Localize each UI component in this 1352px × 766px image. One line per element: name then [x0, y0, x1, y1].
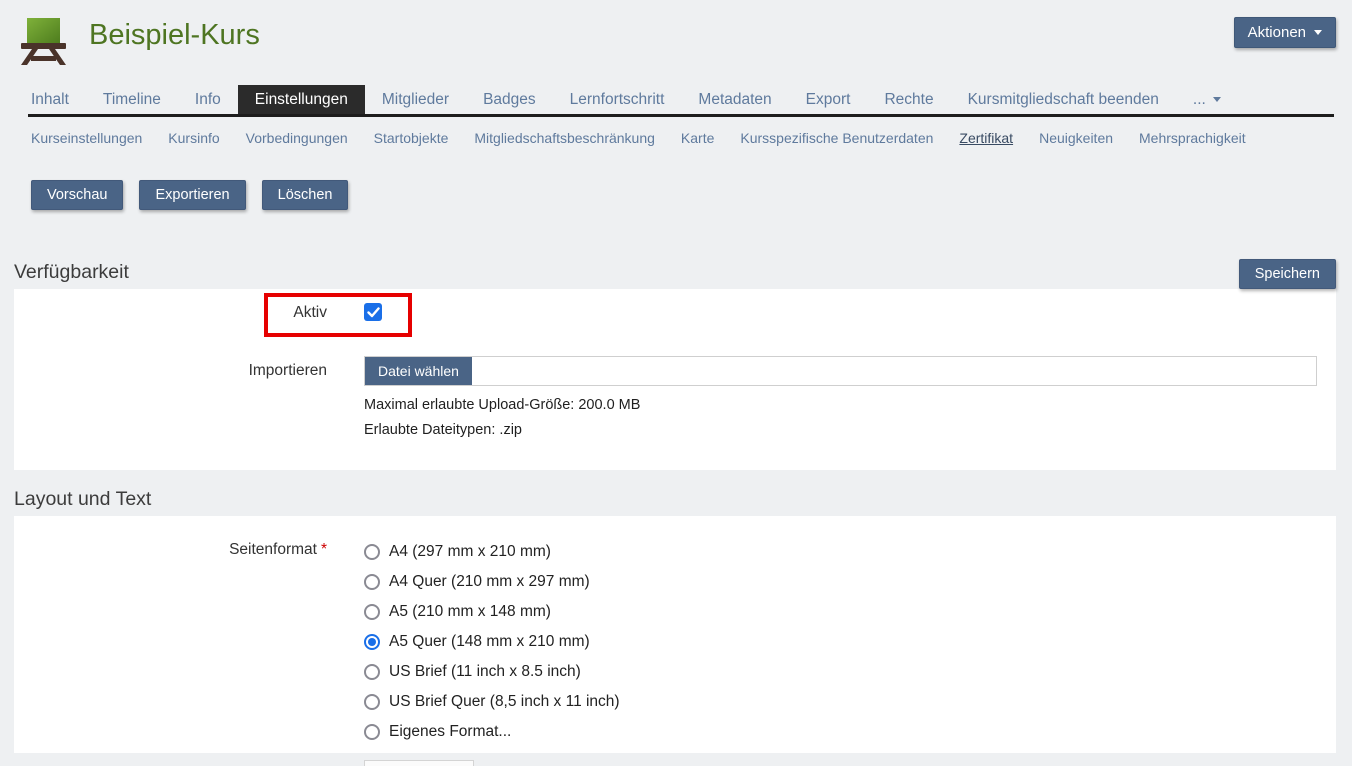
radio-a4-label: A4 (297 mm x 210 mm) [389, 543, 551, 561]
file-upload-input[interactable]: Datei wählen [364, 356, 1317, 386]
tab-einstellungen[interactable]: Einstellungen [238, 85, 365, 114]
radio-us-brief-quer-label: US Brief Quer (8,5 inch x 11 inch) [389, 693, 620, 711]
tab-kursmitgliedschaft-beenden-label: Kursmitgliedschaft beenden [968, 91, 1159, 109]
certificate-toolbar: Vorschau Exportieren Löschen [31, 180, 1334, 210]
radio-icon [364, 634, 380, 650]
subtab-mitgliedschaftsbeschraenkung[interactable]: Mitgliedschaftsbeschränkung [461, 130, 668, 146]
tab-export-label: Export [806, 91, 851, 109]
radio-us-brief[interactable]: US Brief (11 inch x 8.5 inch) [364, 657, 1317, 687]
required-asterisk: * [321, 541, 327, 558]
radio-a5[interactable]: A5 (210 mm x 148 mm) [364, 597, 1317, 627]
tab-metadaten-label: Metadaten [698, 91, 771, 109]
radio-us-brief-label: US Brief (11 inch x 8.5 inch) [389, 663, 581, 681]
subtab-startobjekte[interactable]: Startobjekte [361, 130, 462, 146]
tab-einstellungen-label: Einstellungen [255, 91, 348, 109]
radio-a5-quer[interactable]: A5 Quer (148 mm x 210 mm) [364, 627, 1317, 657]
radio-a4[interactable]: A4 (297 mm x 210 mm) [364, 537, 1317, 567]
datei-waehlen-button[interactable]: Datei wählen [365, 357, 472, 385]
radio-icon [364, 574, 380, 590]
form-row-importieren: Importieren Datei wählen Maximal erlaubt… [14, 356, 1336, 443]
subtab-zertifikat[interactable]: Zertifikat [946, 130, 1026, 146]
subtab-kursspezifische-benutzerdaten[interactable]: Kursspezifische Benutzerdaten [727, 130, 946, 146]
tab-timeline[interactable]: Timeline [86, 85, 178, 114]
availability-title: Verfügbarkeit [14, 261, 129, 289]
subtab-neuigkeiten[interactable]: Neuigkeiten [1026, 130, 1126, 146]
subtab-karte[interactable]: Karte [668, 130, 727, 146]
loeschen-button[interactable]: Löschen [262, 180, 349, 210]
exportieren-button[interactable]: Exportieren [139, 180, 245, 210]
radio-a4-quer-label: A4 Quer (210 mm x 297 mm) [389, 573, 590, 591]
subtab-vorbedingungen[interactable]: Vorbedingungen [233, 130, 361, 146]
radio-icon [364, 604, 380, 620]
availability-section-header: Verfügbarkeit Speichern [14, 259, 1336, 289]
radio-a5-label: A5 (210 mm x 148 mm) [389, 603, 551, 621]
tab-badges-label: Badges [483, 91, 536, 109]
speichern-button[interactable]: Speichern [1239, 259, 1336, 289]
subtab-kursinfo[interactable]: Kursinfo [155, 130, 232, 146]
course-easel-icon [20, 15, 67, 65]
tab-more-label: ... [1193, 91, 1206, 109]
tab-rechte-label: Rechte [884, 91, 933, 109]
main-tab-bar: Inhalt Timeline Info Einstellungen Mitgliede… [28, 85, 1334, 117]
tab-lernfortschritt[interactable]: Lernfortschritt [553, 85, 682, 114]
radio-icon [364, 724, 380, 740]
radio-icon [364, 544, 380, 560]
form-row-aktiv: Aktiv [14, 289, 1336, 337]
radio-us-brief-quer[interactable]: US Brief Quer (8,5 inch x 11 inch) [364, 687, 1317, 717]
aktiv-checkbox[interactable] [364, 303, 382, 321]
subtab-kurseinstellungen[interactable]: Kurseinstellungen [31, 130, 155, 146]
seitenformat-label: Seitenformat* [14, 537, 327, 559]
tab-lernfortschritt-label: Lernfortschritt [570, 91, 665, 109]
settings-subtab-bar: KurseinstellungenKursinfoVorbedingungenS… [31, 126, 1334, 150]
file-name-field[interactable] [472, 357, 1316, 385]
tab-timeline-label: Timeline [103, 91, 161, 109]
vorschau-button[interactable]: Vorschau [31, 180, 123, 210]
max-upload-hint: Maximal erlaubte Upload-Größe: 200.0 MB [364, 393, 1317, 418]
tab-badges[interactable]: Badges [466, 85, 553, 114]
tab-info-label: Info [195, 91, 221, 109]
tab-metadaten[interactable]: Metadaten [681, 85, 788, 114]
importieren-label: Importieren [14, 356, 327, 380]
page-header: Beispiel-Kurs Aktionen [0, 0, 1352, 85]
tab-info[interactable]: Info [178, 85, 238, 114]
tab-rechte[interactable]: Rechte [867, 85, 950, 114]
tab-inhalt[interactable]: Inhalt [28, 85, 86, 114]
file-types-hint: Erlaubte Dateitypen: .zip [364, 418, 1317, 443]
radio-icon [364, 694, 380, 710]
tab-export[interactable]: Export [789, 85, 868, 114]
tab-more[interactable]: ... [1176, 85, 1238, 114]
page-title: Beispiel-Kurs [89, 18, 260, 53]
aktiv-label: Aktiv [14, 304, 327, 322]
radio-eigenes-format[interactable]: Eigenes Format... [364, 717, 1317, 747]
aktionen-button[interactable]: Aktionen [1234, 17, 1336, 48]
layout-section-header: Layout und Text [14, 488, 1336, 516]
subtab-mehrsprachigkeit[interactable]: Mehrsprachigkeit [1126, 130, 1259, 146]
radio-eigenes-format-label: Eigenes Format... [389, 723, 511, 741]
caret-down-icon [1314, 30, 1322, 35]
layout-panel: Seitenformat* A4 (297 mm x 210 mm) A4 Que… [14, 516, 1336, 753]
tab-mitglieder-label: Mitglieder [382, 91, 449, 109]
aktionen-button-label: Aktionen [1248, 24, 1306, 41]
radio-dot [368, 638, 376, 646]
caret-down-icon [1213, 97, 1221, 102]
custom-format-input-partial[interactable] [364, 760, 474, 766]
radio-a5-quer-label: A5 Quer (148 mm x 210 mm) [389, 633, 590, 651]
availability-panel: Aktiv Importieren Datei wählen Maximal e… [14, 289, 1336, 470]
tab-kursmitgliedschaft-beenden[interactable]: Kursmitgliedschaft beenden [951, 85, 1176, 114]
form-row-seitenformat: Seitenformat* A4 (297 mm x 210 mm) A4 Que… [14, 537, 1336, 747]
tab-mitglieder[interactable]: Mitglieder [365, 85, 466, 114]
layout-title: Layout und Text [14, 488, 151, 516]
tab-inhalt-label: Inhalt [31, 91, 69, 109]
radio-a4-quer[interactable]: A4 Quer (210 mm x 297 mm) [364, 567, 1317, 597]
checkmark-icon [367, 307, 380, 318]
radio-icon [364, 664, 380, 680]
